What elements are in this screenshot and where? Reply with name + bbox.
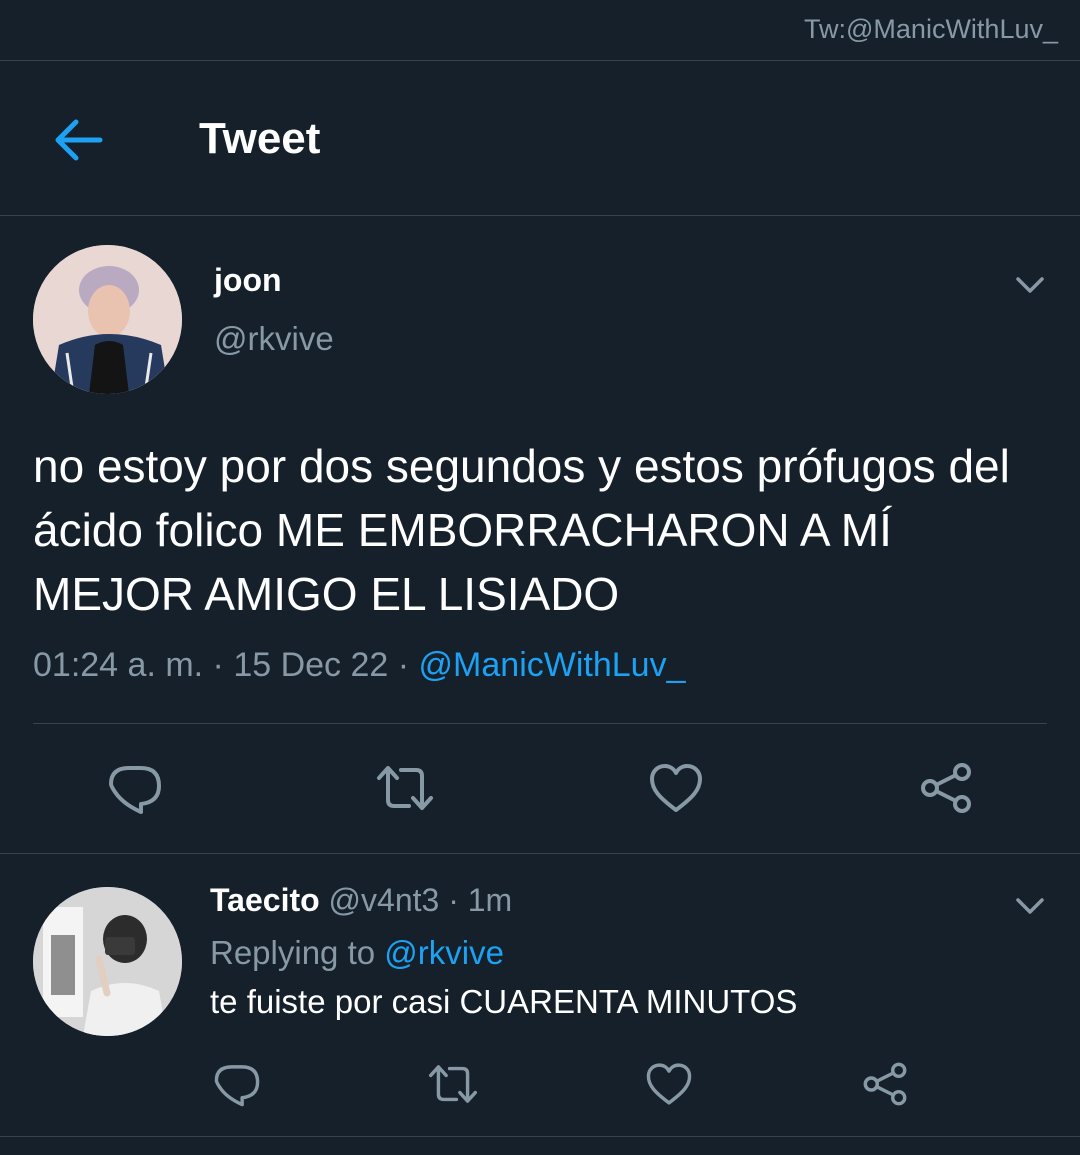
reply-display-name[interactable]: Taecito xyxy=(210,882,320,918)
avatar[interactable] xyxy=(33,245,182,394)
tweet-date: 15 Dec 22 xyxy=(233,646,389,684)
user-handle[interactable]: @rkvive xyxy=(214,320,334,358)
share-button[interactable] xyxy=(861,1060,909,1113)
avatar[interactable] xyxy=(33,887,182,1036)
like-button[interactable] xyxy=(648,760,704,821)
share-button[interactable] xyxy=(918,760,974,821)
reply-icon xyxy=(109,766,161,814)
replying-to: Replying to @rkvive xyxy=(210,934,504,972)
reply-icon xyxy=(214,1065,260,1107)
retweet-icon xyxy=(429,1065,477,1103)
reply-button[interactable] xyxy=(107,760,163,821)
arrow-left-icon xyxy=(55,119,103,161)
divider xyxy=(0,60,1080,61)
replying-prefix: Replying to xyxy=(210,934,385,971)
chevron-down-icon xyxy=(1016,277,1044,293)
avatar-image xyxy=(33,245,182,394)
divider xyxy=(0,1136,1080,1137)
share-icon xyxy=(863,1062,907,1106)
watermark: Tw:@ManicWithLuv_ xyxy=(804,14,1058,44)
meta-separator: · xyxy=(439,882,468,918)
like-icon xyxy=(650,764,702,812)
via-link[interactable]: @ManicWithLuv_ xyxy=(419,646,686,684)
display-name[interactable]: joon xyxy=(214,262,282,299)
reply-header: Taecito @v4nt3 · 1m xyxy=(210,882,512,919)
tweet-menu-button[interactable] xyxy=(1012,267,1048,303)
share-icon xyxy=(921,763,971,813)
page-title: Tweet xyxy=(199,114,321,163)
divider xyxy=(0,215,1080,216)
retweet-icon xyxy=(377,766,433,810)
reply-menu-button[interactable] xyxy=(1012,888,1048,924)
reply-button[interactable] xyxy=(213,1060,261,1113)
like-button[interactable] xyxy=(645,1060,693,1113)
divider xyxy=(0,853,1080,854)
meta-separator: · xyxy=(203,646,234,684)
replying-handle-link[interactable]: @rkvive xyxy=(384,934,504,971)
reply-text: te fuiste por casi CUARENTA MINUTOS xyxy=(210,983,798,1020)
tweet-meta: 01:24 a. m. · 15 Dec 22 · @ManicWithLuv_ xyxy=(33,646,685,685)
tweet-time: 01:24 a. m. xyxy=(33,646,204,684)
tweet-text: no estoy por dos segundos y estos prófug… xyxy=(33,440,1010,620)
retweet-button[interactable] xyxy=(375,760,435,821)
like-icon xyxy=(646,1063,692,1105)
meta-separator: · xyxy=(388,646,419,684)
divider xyxy=(33,723,1047,724)
back-button[interactable] xyxy=(50,112,106,168)
reply-handle[interactable]: @v4nt3 xyxy=(329,882,440,918)
retweet-button[interactable] xyxy=(427,1060,479,1113)
avatar-image xyxy=(33,887,182,1036)
chevron-down-icon xyxy=(1016,898,1044,914)
reply-time: 1m xyxy=(467,882,513,918)
